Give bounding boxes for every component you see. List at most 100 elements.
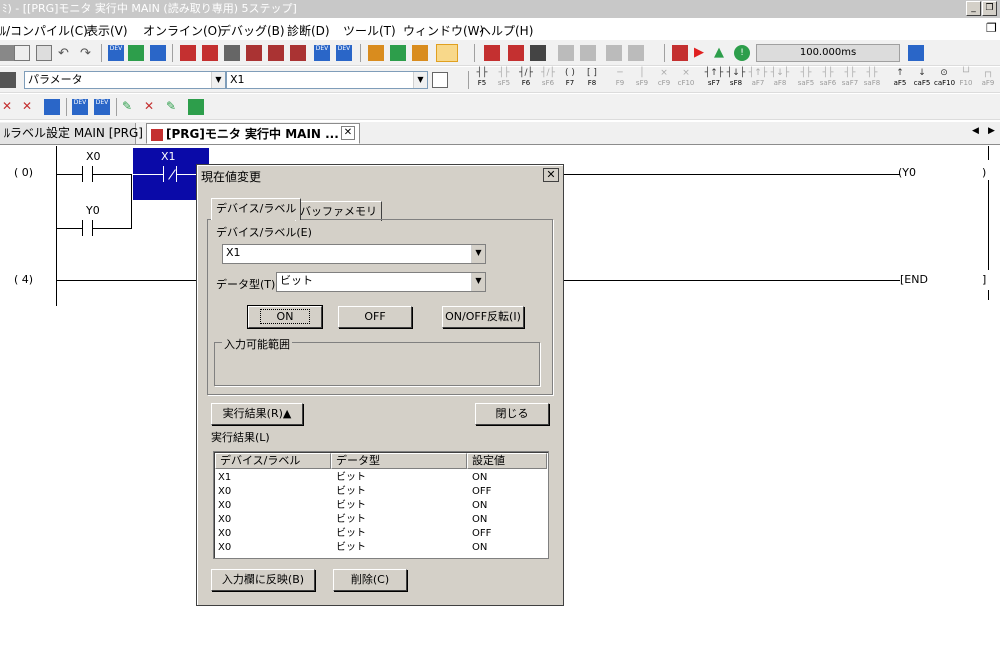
fkey-pulse-down-branch[interactable]: ┤↓├ aF8 (770, 69, 790, 91)
column-header-value[interactable]: 設定値 (467, 453, 547, 469)
fkey-saf8[interactable]: ┤├ saF8 (862, 69, 882, 91)
warning-icon[interactable]: ▲ (714, 45, 730, 61)
delete-device-icon[interactable]: ✕ (2, 99, 18, 115)
transfer-setup-icon[interactable] (368, 45, 384, 61)
fkey-delete-vline[interactable]: × cF10 (676, 69, 696, 91)
fkey-pulse-up[interactable]: ┤↑├ sF7 (704, 69, 724, 91)
fkey-instruction[interactable]: [ ] F8 (582, 69, 602, 91)
find-next-icon[interactable] (580, 45, 596, 61)
fkey-open-branch[interactable]: ┤├ sF5 (494, 69, 514, 91)
results-toggle-button[interactable]: 実行結果(R)▲ (211, 403, 303, 425)
status-icon[interactable]: ! (734, 45, 750, 61)
table-row[interactable]: X1 ビット ON (214, 471, 548, 485)
note-icon[interactable] (188, 99, 204, 115)
online-write-icon[interactable] (412, 45, 428, 61)
restore-button[interactable]: ❐ (982, 1, 997, 16)
fkey-saf6[interactable]: ┤├ saF6 (818, 69, 838, 91)
results-list[interactable]: デバイス/ラベル データ型 設定値 X1 ビット ON X0 ビット OFF X0 ビット… (213, 451, 549, 559)
tab-buffer-memory[interactable]: バッファメモリ (295, 201, 382, 221)
fkey-coil[interactable]: ( ) F7 (560, 69, 580, 91)
menu-online[interactable]: オンライン(O) (143, 22, 222, 39)
delete-button[interactable]: 削除(C) (333, 569, 407, 591)
table-row[interactable]: X0 ビット ON (214, 499, 548, 513)
datatype-select[interactable]: ビット ▼ (276, 272, 486, 292)
chevron-down-icon[interactable]: ▼ (471, 245, 485, 263)
read-icon[interactable] (180, 45, 196, 61)
fkey-caf10[interactable]: ⊙ caF10 (934, 69, 955, 91)
comment-edit-icon[interactable]: ✎ (122, 99, 138, 115)
chevron-down-icon[interactable]: ▼ (471, 273, 485, 291)
ladder-line-icon[interactable] (530, 45, 546, 61)
fkey-af5[interactable]: ↑ aF5 (890, 69, 910, 91)
tab-scroll-left-icon[interactable]: ◀ (972, 126, 979, 136)
project-icon[interactable] (0, 72, 16, 88)
contact-y0[interactable] (82, 220, 83, 236)
minimize-button[interactable]: _ (966, 1, 981, 16)
fkey-closed-branch[interactable]: ┤/├ sF6 (538, 69, 558, 91)
table-row[interactable]: X0 ビット ON (214, 513, 548, 527)
ladder-check-icon[interactable] (128, 45, 144, 61)
device-replace-icon[interactable] (150, 45, 166, 61)
device-field[interactable]: X1 ▼ (222, 244, 486, 264)
dialog-close-icon[interactable]: ✕ (543, 168, 559, 182)
fkey-vline[interactable]: │ sF9 (632, 69, 652, 91)
tab-scroll-right-icon[interactable]: ▶ (988, 126, 995, 136)
close-icon[interactable]: ✕ (341, 126, 355, 140)
coil-y0[interactable]: (Y0 (898, 166, 916, 179)
table-row[interactable]: X0 ビット ON (214, 541, 548, 555)
dev-delete-icon[interactable]: DEV (72, 99, 88, 115)
tab-device-label[interactable]: デバイス/ラベル (211, 198, 302, 220)
line-list-icon[interactable] (44, 99, 60, 115)
write-icon[interactable] (202, 45, 218, 61)
table-row[interactable]: X0 ビット OFF (214, 527, 548, 541)
device-combo[interactable]: X1 ▼ (226, 71, 428, 89)
monitor-stop-icon[interactable] (268, 45, 284, 61)
find-device-icon[interactable] (558, 45, 574, 61)
delete-step-icon[interactable]: ✕ (22, 99, 38, 115)
dev-list-icon[interactable]: DEV (94, 99, 110, 115)
run-icon[interactable]: ▶ (694, 45, 710, 61)
monitor-write-icon[interactable] (290, 45, 306, 61)
close-button[interactable]: 閉じる (475, 403, 549, 425)
cross-ref-icon[interactable] (606, 45, 622, 61)
dev-watch-icon[interactable]: DEV (314, 45, 330, 61)
tab-monitor-main[interactable]: [PRG]モニタ 実行中 MAIN ... ✕ (146, 123, 360, 144)
monitor-start-icon[interactable] (246, 45, 262, 61)
paste-icon[interactable] (36, 45, 52, 61)
copy-icon[interactable] (14, 45, 30, 61)
device-use-icon[interactable] (628, 45, 644, 61)
simulator-icon[interactable] (672, 45, 688, 61)
on-button[interactable]: ON (247, 305, 323, 329)
monitor-mode-icon[interactable] (436, 44, 458, 62)
column-header-datatype[interactable]: データ型 (331, 453, 467, 469)
off-button[interactable]: OFF (338, 306, 412, 328)
toggle-button[interactable]: ON/OFF反転(I) (442, 306, 524, 328)
menu-window[interactable]: ウィンドウ(W) (403, 22, 484, 39)
reflect-to-input-button[interactable]: 入力欄に反映(B) (211, 569, 315, 591)
menu-help[interactable]: ヘルプ(H) (479, 22, 533, 39)
statement-icon[interactable]: ✎ (166, 99, 182, 115)
fkey-hline[interactable]: ─ F9 (610, 69, 630, 91)
menu-debug[interactable]: デバッグ(B) (219, 22, 285, 39)
mdi-restore-icon[interactable]: ❐ (986, 21, 997, 35)
menu-tools[interactable]: ツール(T) (343, 22, 396, 39)
fkey-saf7[interactable]: ┤├ saF7 (840, 69, 860, 91)
menu-diagnostics[interactable]: 診断(D) (287, 22, 330, 39)
ladder-insert-icon[interactable] (484, 45, 500, 61)
fkey-f10[interactable]: └┘ F10 (956, 69, 976, 91)
online-read-icon[interactable] (390, 45, 406, 61)
undo-icon[interactable]: ↶ (58, 46, 74, 62)
dev-batch-icon[interactable]: DEV (336, 45, 352, 61)
fkey-pulse-up-branch[interactable]: ┤↑├ aF7 (748, 69, 768, 91)
sim-setting-icon[interactable] (908, 45, 924, 61)
comment-delete-icon[interactable]: ✕ (144, 99, 160, 115)
contact-x0[interactable] (82, 166, 83, 182)
fkey-open-contact[interactable]: ┤├ F5 (472, 69, 492, 91)
ladder-delete-icon[interactable] (508, 45, 524, 61)
redo-icon[interactable]: ↷ (80, 46, 96, 62)
fkey-closed-contact[interactable]: ┤/├ F6 (516, 69, 536, 91)
document-icon[interactable] (432, 72, 448, 88)
column-header-device[interactable]: デバイス/ラベル (215, 453, 331, 469)
parameter-combo[interactable]: パラメータ ▼ (24, 71, 226, 89)
table-row[interactable]: X0 ビット OFF (214, 485, 548, 499)
